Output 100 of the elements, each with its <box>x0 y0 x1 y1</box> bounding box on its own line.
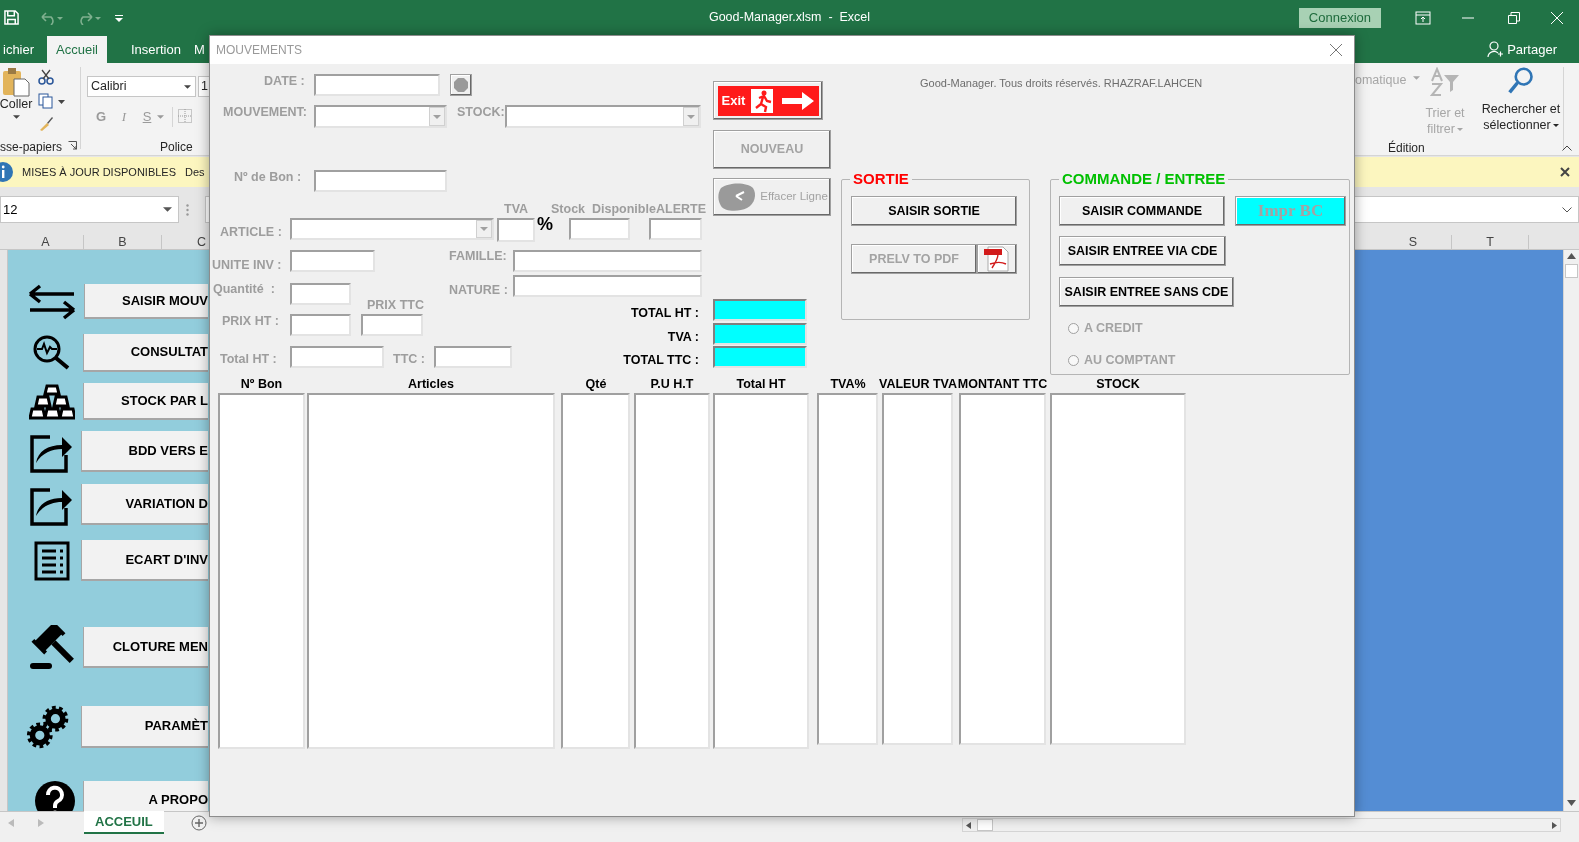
list-box[interactable] <box>713 393 809 749</box>
undo-icon[interactable] <box>39 10 65 25</box>
stacked-bars-icon[interactable] <box>29 383 75 420</box>
caret-icon <box>12 115 20 119</box>
input-field[interactable] <box>290 314 351 336</box>
input-field[interactable] <box>290 346 384 368</box>
sheet-button[interactable]: SAISIR MOUV <box>84 284 208 319</box>
sheet-button[interactable]: CONSULTAT <box>83 334 208 372</box>
column-header: Total HT <box>735 377 787 392</box>
ribbon-tab[interactable]: Accueil <box>47 36 107 63</box>
caret-icon[interactable] <box>157 115 164 119</box>
sheet-button[interactable]: PARAMÈT <box>81 706 208 748</box>
list-box[interactable] <box>634 393 710 749</box>
find-select-button[interactable]: Rechercher et sélectionner <box>1469 67 1573 133</box>
add-sheet-icon[interactable] <box>191 815 207 831</box>
collapse-ribbon-icon[interactable] <box>1562 145 1572 151</box>
sheet-button[interactable]: VARIATION D <box>81 484 208 525</box>
customize-caret-icon[interactable] <box>115 13 123 22</box>
ribbon-display-icon[interactable] <box>1415 10 1431 25</box>
scroll-left-icon <box>966 822 971 829</box>
list-box[interactable] <box>561 393 630 749</box>
input-field[interactable] <box>513 250 702 272</box>
caret-icon <box>163 207 172 212</box>
pdf-button[interactable] <box>977 244 1017 274</box>
copy-icon[interactable] <box>38 93 66 109</box>
restore-icon[interactable] <box>1508 11 1520 24</box>
button[interactable]: SAISIR ENTREE VIA CDE <box>1059 236 1226 266</box>
previous-sheet-icon[interactable] <box>8 819 14 827</box>
sheet-button[interactable]: A PROPO <box>83 781 208 811</box>
list-box[interactable] <box>817 393 878 745</box>
close-icon[interactable] <box>1560 167 1570 177</box>
notice-title: MISES À JOUR DISPONIBLES <box>22 164 177 180</box>
button[interactable]: SAISIR COMMANDE <box>1059 196 1225 226</box>
vertical-scrollbar[interactable] <box>1563 250 1579 811</box>
field-label: Stock Disponible <box>551 202 656 217</box>
next-sheet-icon[interactable] <box>38 819 44 827</box>
scissors-icon[interactable] <box>38 69 54 85</box>
input-field[interactable] <box>290 283 351 305</box>
sheet-button[interactable]: CLOTURE MEN <box>83 627 208 668</box>
sheet-button[interactable]: BDD VERS E <box>81 431 208 472</box>
caret-icon <box>480 227 488 231</box>
dropdown-field[interactable] <box>290 218 494 240</box>
dropdown-field[interactable] <box>505 105 701 128</box>
input-field[interactable] <box>290 250 375 272</box>
button[interactable]: SAISIR SORTIE <box>851 196 1017 226</box>
paintbrush-icon[interactable] <box>38 116 54 132</box>
close-icon[interactable] <box>1330 44 1342 56</box>
sheet-button[interactable]: ECART D'INV <box>81 540 208 581</box>
button[interactable]: SAISIR ENTREE SANS CDE <box>1059 277 1234 307</box>
autosum-label: omatique <box>1355 72 1407 89</box>
sheet-tab[interactable]: ACCEUIL <box>84 811 164 834</box>
caret-icon <box>1552 123 1559 127</box>
scroll-thumb[interactable] <box>1565 264 1578 278</box>
input-field[interactable] <box>314 170 447 192</box>
total-field[interactable] <box>713 299 807 321</box>
scroll-up-icon <box>1567 253 1576 259</box>
scroll-down-icon <box>1567 800 1576 806</box>
input-field[interactable] <box>513 275 702 297</box>
input-field[interactable] <box>314 74 440 96</box>
input-field[interactable] <box>497 218 535 242</box>
list-box[interactable] <box>882 393 953 745</box>
input-field[interactable] <box>361 314 423 336</box>
calendar-button[interactable] <box>450 74 472 96</box>
list-box[interactable] <box>218 393 305 749</box>
list-icon[interactable] <box>34 540 70 581</box>
font-name-field[interactable]: Calibri <box>87 76 196 97</box>
horizontal-scrollbar[interactable] <box>962 818 1561 832</box>
save-icon[interactable] <box>4 10 19 25</box>
dialog-launcher-icon[interactable] <box>68 141 77 150</box>
scroll-right-icon <box>1552 822 1557 829</box>
field-label: UNITE INV : <box>212 258 282 273</box>
total-field[interactable] <box>713 346 807 368</box>
field-label: Nº de Bon : <box>234 170 302 185</box>
dropdown-field[interactable] <box>314 105 447 128</box>
name-box[interactable]: 12 <box>0 196 179 223</box>
input-field[interactable] <box>649 218 702 240</box>
help-icon[interactable] <box>34 780 76 811</box>
field-label: STOCK: <box>457 105 505 120</box>
field-label: TVA : <box>667 330 699 345</box>
list-box[interactable] <box>959 393 1046 745</box>
input-field[interactable] <box>569 218 630 240</box>
arrows-icon[interactable] <box>27 283 77 320</box>
field-label: % <box>537 217 553 232</box>
input-field[interactable] <box>434 346 512 368</box>
sign-in-button[interactable]: Connexion <box>1298 7 1381 28</box>
share-button[interactable]: Partager <box>1487 40 1557 60</box>
field-label: PRIX HT : <box>222 314 279 329</box>
scroll-thumb[interactable] <box>977 819 993 831</box>
sheet-button[interactable]: STOCK PAR L <box>83 383 208 420</box>
total-field[interactable] <box>713 323 807 345</box>
list-box[interactable] <box>1050 393 1186 745</box>
borders-icon[interactable] <box>178 109 192 123</box>
field-label: TTC : <box>393 352 425 367</box>
field-label: TOTAL TTC : <box>623 353 699 368</box>
ribbon-tab[interactable]: ichier <box>0 36 44 63</box>
redo-icon[interactable] <box>77 10 103 25</box>
caret-icon[interactable] <box>1413 76 1420 80</box>
paste-button[interactable]: Coller <box>0 67 32 131</box>
group-label: Édition <box>1388 139 1425 157</box>
caret-icon <box>687 114 695 119</box>
